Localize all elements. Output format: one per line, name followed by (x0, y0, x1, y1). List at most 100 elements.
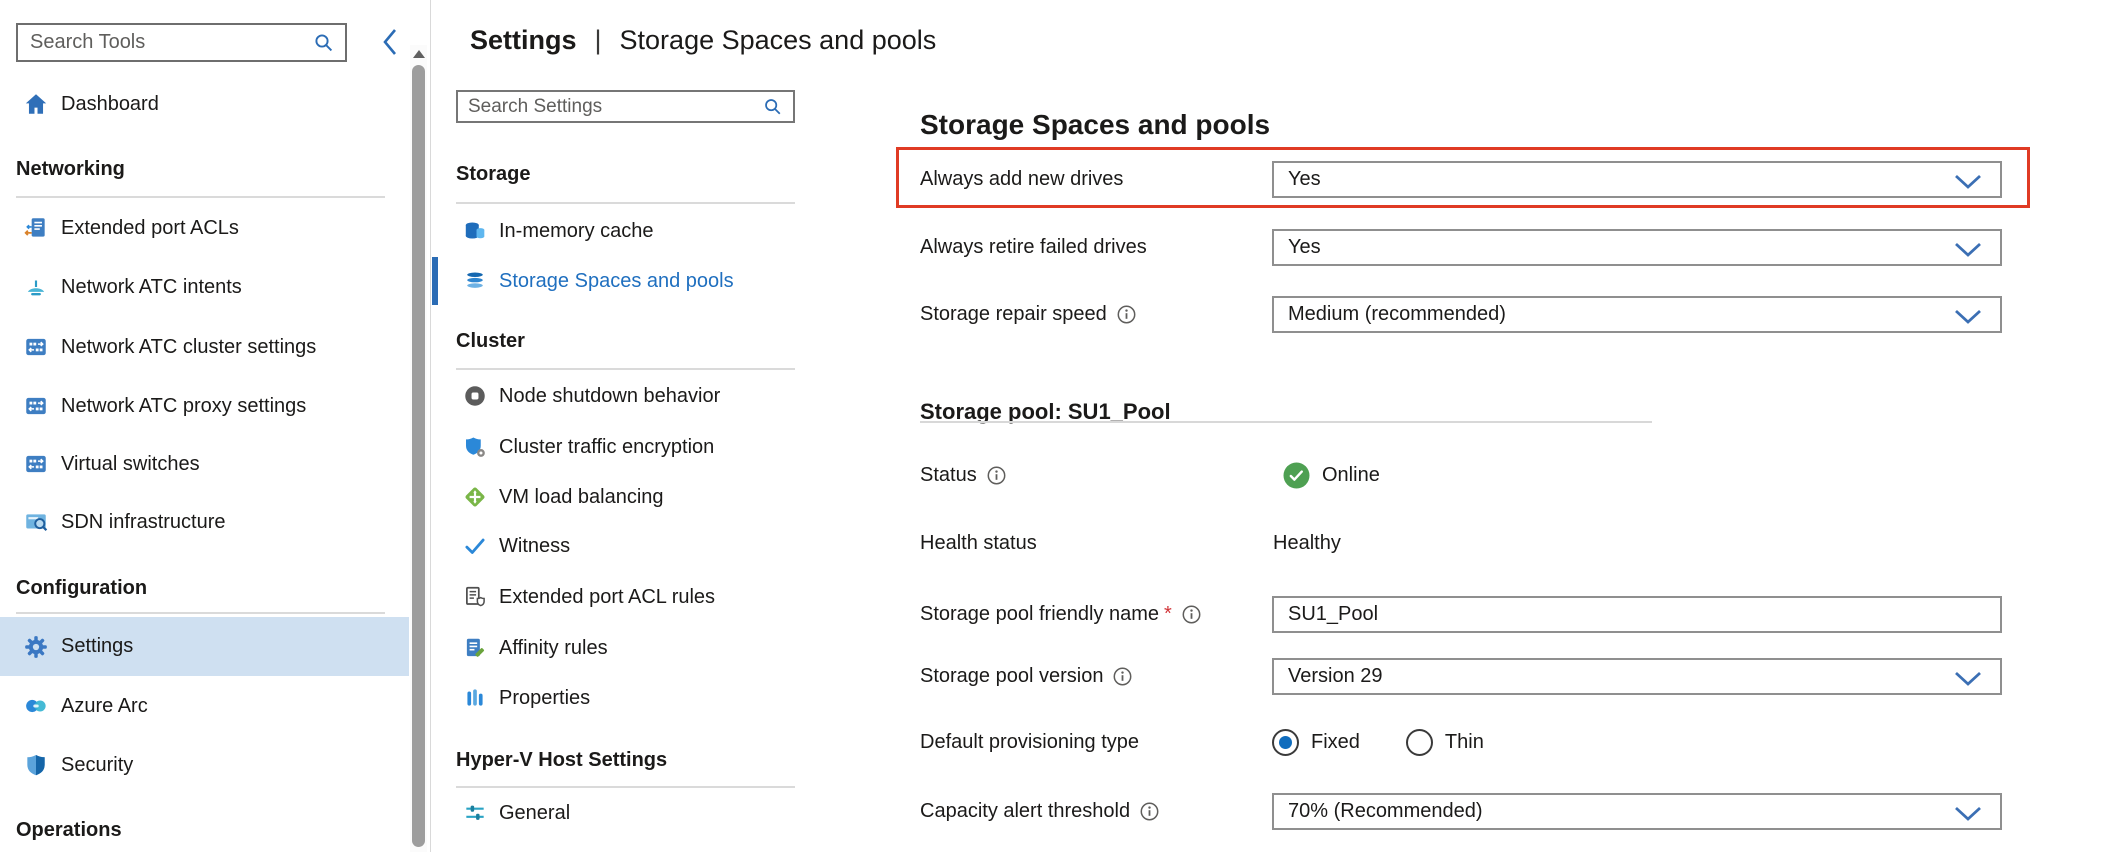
dropdown-always-add-new-drives[interactable]: Yes (1272, 161, 2002, 198)
settings-item-witness[interactable]: Witness (431, 526, 851, 566)
dropdown-storage-pool-version[interactable]: Version 29 (1272, 658, 2002, 695)
sidebar-item-virtual-switches[interactable]: Virtual switches (0, 444, 409, 484)
settings-section-hyperv: Hyper-V Host Settings (456, 749, 667, 772)
field-label-default-provisioning-type: Default provisioning type (920, 724, 1139, 761)
settings-search-input[interactable] (458, 96, 762, 118)
field-label-storage-pool-version: Storage pool version (920, 658, 1132, 695)
tools-scrollbar[interactable] (410, 45, 427, 852)
settings-item-properties[interactable]: Properties (431, 678, 851, 718)
settings-section-storage: Storage (456, 163, 530, 186)
field-label-always-add-new-drives: Always add new drives (920, 161, 1123, 198)
info-icon[interactable] (987, 466, 1006, 485)
network-switch-icon (22, 334, 49, 361)
sidebar-item-extended-port-acls[interactable]: Extended port ACLs (0, 208, 409, 248)
scrollbar-thumb[interactable] (412, 65, 425, 847)
gear-icon (22, 633, 49, 660)
sidebar-item-network-atc-proxy-settings[interactable]: Network ATC proxy settings (0, 386, 409, 426)
sidebar-section-operations: Operations (16, 819, 122, 842)
header-page-title: Storage Spaces and pools (620, 25, 937, 56)
search-icon (312, 31, 336, 55)
field-label-health-status: Health status (920, 525, 1037, 562)
sidebar-item-label: Security (61, 754, 133, 777)
radio-label-thin[interactable]: Thin (1445, 731, 1484, 754)
sidebar-item-security[interactable]: Security (0, 745, 409, 785)
dropdown-value: Yes (1288, 236, 1321, 259)
tools-search-box (16, 23, 347, 62)
field-label-status: Status (920, 457, 1006, 494)
info-icon[interactable] (1182, 605, 1201, 624)
section-divider (456, 368, 795, 370)
home-icon (22, 91, 49, 118)
sidebar-item-network-atc-cluster-settings[interactable]: Network ATC cluster settings (0, 327, 409, 367)
section-divider (16, 196, 385, 198)
page-header: Settings | Storage Spaces and pools (470, 20, 936, 60)
chevron-down-icon (1954, 174, 1982, 190)
stop-circle-icon (461, 383, 488, 410)
settings-section-cluster: Cluster (456, 330, 525, 353)
info-icon[interactable] (1140, 802, 1159, 821)
settings-item-vm-load-balancing[interactable]: VM load balancing (431, 477, 851, 517)
section-divider (456, 786, 795, 788)
settings-item-storage-spaces-and-pools[interactable]: Storage Spaces and pools (431, 257, 851, 305)
tools-sidebar: Dashboard Networking Extended port ACLs (0, 0, 431, 852)
sidebar-item-label: SDN infrastructure (61, 511, 226, 534)
azure-arc-icon (22, 693, 49, 720)
radio-fixed[interactable] (1272, 729, 1299, 756)
section-divider (920, 421, 1652, 423)
settings-item-cluster-traffic-encryption[interactable]: Cluster traffic encryption (431, 427, 851, 467)
chevron-down-icon (1954, 806, 1982, 822)
dropdown-value: 70% (Recommended) (1288, 800, 1483, 823)
document-shield-icon (461, 584, 488, 611)
section-divider (456, 202, 795, 204)
settings-item-extended-port-acl-rules[interactable]: Extended port ACL rules (431, 577, 851, 617)
dropdown-always-retire-failed-drives[interactable]: Yes (1272, 229, 2002, 266)
settings-item-node-shutdown-behavior[interactable]: Node shutdown behavior (431, 376, 851, 416)
sdn-monitor-magnifier-icon (22, 509, 49, 536)
field-label-storage-repair-speed: Storage repair speed (920, 296, 1136, 333)
disk-stack-icon (461, 268, 488, 295)
settings-item-affinity-rules[interactable]: Affinity rules (431, 628, 851, 668)
settings-item-general[interactable]: General (431, 793, 851, 833)
field-label-always-retire-failed-drives: Always retire failed drives (920, 229, 1147, 266)
settings-nav-panel: Storage In-memory cache (431, 0, 871, 852)
chevron-down-icon (1954, 309, 1982, 325)
checkmark-icon (461, 533, 488, 560)
dropdown-storage-repair-speed[interactable]: Medium (recommended) (1272, 296, 2002, 333)
provisioning-type-radio-group: Fixed Thin (1272, 724, 1484, 761)
settings-item-label: Properties (499, 687, 590, 710)
sidebar-item-azure-arc[interactable]: Azure Arc (0, 686, 409, 726)
collapse-sidebar-button[interactable] (374, 26, 406, 60)
sidebar-item-settings[interactable]: Settings (0, 617, 409, 676)
sidebar-item-label: Network ATC cluster settings (61, 336, 316, 359)
settings-item-label: Storage Spaces and pools (499, 270, 734, 293)
windows-admin-center-screen: Dashboard Networking Extended port ACLs (0, 0, 2104, 852)
status-value: Online (1322, 457, 1380, 494)
health-status-value: Healthy (1273, 525, 1341, 562)
info-icon[interactable] (1113, 667, 1132, 686)
settings-search-box (456, 90, 795, 123)
chevron-down-icon (1954, 671, 1982, 687)
network-intent-icon (22, 274, 49, 301)
sidebar-item-label: Dashboard (61, 93, 159, 116)
dropdown-capacity-alert-threshold[interactable]: 70% (Recommended) (1272, 793, 2002, 830)
tools-search-input[interactable] (18, 31, 312, 54)
sidebar-item-dashboard[interactable]: Dashboard (0, 84, 409, 124)
field-label-capacity-alert-threshold: Capacity alert threshold (920, 793, 1159, 830)
bars-icon (461, 685, 488, 712)
radio-thin[interactable] (1406, 729, 1433, 756)
scroll-up-arrow-icon[interactable] (413, 50, 425, 58)
shield-icon (22, 752, 49, 779)
field-label-storage-pool-friendly-name: Storage pool friendly name * (920, 596, 1201, 633)
settings-item-in-memory-cache[interactable]: In-memory cache (431, 211, 851, 251)
document-arrows-icon (22, 215, 49, 242)
radio-label-fixed[interactable]: Fixed (1311, 731, 1360, 754)
search-icon (762, 96, 784, 118)
sidebar-item-label: Network ATC proxy settings (61, 395, 306, 418)
sidebar-item-sdn-infrastructure[interactable]: SDN infrastructure (0, 502, 409, 542)
required-asterisk: * (1164, 603, 1172, 626)
sidebar-item-network-atc-intents[interactable]: Network ATC intents (0, 267, 409, 307)
info-icon[interactable] (1117, 305, 1136, 324)
settings-item-label: Node shutdown behavior (499, 385, 720, 408)
storage-pool-friendly-name-input[interactable] (1272, 596, 2002, 633)
sidebar-section-configuration: Configuration (16, 577, 147, 600)
